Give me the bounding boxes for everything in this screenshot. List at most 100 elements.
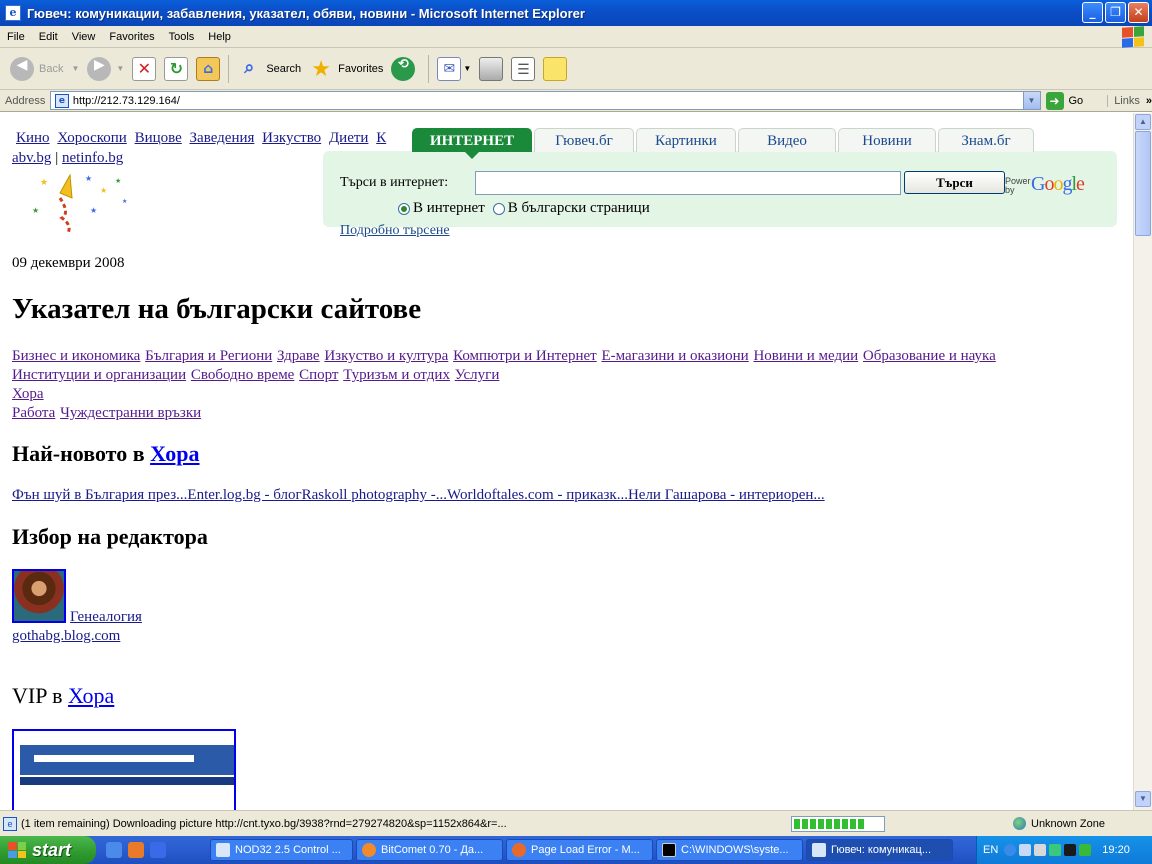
maximize-button[interactable]: ❐ [1105,2,1126,23]
ie-icon: e [5,5,21,21]
advanced-search-link[interactable]: Подробно търсене [340,223,450,239]
category-link[interactable]: Е-магазини и оказиони [601,348,748,364]
category-link[interactable]: Изкуство и култура [324,348,448,364]
search-button[interactable]: ⌕ Search [233,52,305,86]
firefox-quicklaunch-icon[interactable] [128,842,144,858]
scroll-up-icon[interactable]: ▲ [1135,114,1151,130]
start-button[interactable]: start [0,836,96,864]
category-link[interactable]: Здраве [277,348,320,364]
menu-view[interactable]: View [65,31,103,43]
links-toolbar[interactable]: Links » [1107,94,1152,107]
back-button[interactable]: ◀ Back ▼ [6,52,83,86]
antivirus-icon[interactable] [1049,844,1062,856]
menu-file[interactable]: File [0,31,32,43]
nav-art[interactable]: Изкуство [262,130,321,146]
nav-venues[interactable]: Заведения [190,130,255,146]
radio-bulgarian-label: В български страници [507,200,650,216]
menu-favorites[interactable]: Favorites [102,31,161,43]
tab-news[interactable]: Новини [838,128,936,152]
radio-bulgarian[interactable] [492,202,505,215]
app-icon[interactable] [1064,844,1077,856]
go-arrow-icon: ➜ [1045,91,1064,110]
category-link[interactable]: Бизнес и икономика [12,348,140,364]
tray-arrow-icon[interactable] [1004,844,1017,856]
chevron-down-icon[interactable]: ▼ [116,64,124,73]
stop-button[interactable]: ✕ [128,52,160,86]
task-page-load-error[interactable]: Page Load Error - M... [506,839,653,861]
refresh-button[interactable]: ↻ [160,52,192,86]
security-zone[interactable]: Unknown Zone [1013,817,1105,830]
task-cmd[interactable]: C:\WINDOWS\syste... [656,839,803,861]
address-url[interactable]: http://212.73.129.164/ [73,95,180,107]
newest-link[interactable]: Фън шуй в България през...Enter.log.bg -… [12,487,825,503]
task-nod32[interactable]: NOD32 2.5 Control ... [210,839,353,861]
radio-internet[interactable] [398,202,410,215]
mail-button[interactable]: ✉ ▼ [433,52,475,86]
category-link[interactable]: Услуги [455,367,500,383]
category-link-people[interactable]: Хора [12,386,44,402]
close-button[interactable]: ✕ [1128,2,1149,23]
address-input[interactable]: e http://212.73.129.164/ ▼ [49,91,1041,110]
link-abv[interactable]: abv.bg [12,150,51,166]
chevron-down-icon[interactable]: ▼ [463,64,471,73]
home-button[interactable]: ⌂ [192,52,224,86]
tab-gyuvech[interactable]: Гювеч.бг [534,128,634,152]
address-dropdown-icon[interactable]: ▼ [1022,92,1040,109]
minimize-button[interactable]: _ [1082,2,1103,23]
menu-edit[interactable]: Edit [32,31,65,43]
favorites-button[interactable]: ★ Favorites [305,52,387,86]
editor-thumbnail[interactable] [12,569,66,623]
category-link[interactable]: Институции и организации [12,367,186,383]
ie-quicklaunch-icon[interactable] [106,842,122,858]
tab-internet[interactable]: ИНТЕРНЕТ [412,128,532,159]
tab-video[interactable]: Видео [738,128,836,152]
category-link[interactable]: Работа [12,405,55,421]
language-indicator[interactable]: EN [983,844,998,856]
category-link[interactable]: Свободно време [191,367,294,383]
edit-button[interactable]: ☰ [507,52,539,86]
ie-quicklaunch-icon[interactable] [150,842,166,858]
category-link[interactable]: Туризъм и отдих [343,367,450,383]
history-button[interactable]: ⟲ [387,52,424,86]
nav-horoscopes[interactable]: Хороскопи [57,130,127,146]
newest-people-link[interactable]: Хора [150,441,199,466]
vip-thumbnail[interactable] [12,729,236,810]
editor-source-link[interactable]: gothabg.blog.com [12,628,120,645]
forward-button[interactable]: ▶ ▼ [83,52,128,86]
nav-diets[interactable]: Диети [329,130,369,146]
search-submit-button[interactable]: Търси [904,171,1005,194]
svg-text:★: ★ [122,198,127,205]
task-ie-gyuvech[interactable]: Гювеч: комуникац... [806,839,953,861]
print-button[interactable] [475,52,507,86]
address-bar: Address e http://212.73.129.164/ ▼ ➜ Go … [0,90,1152,112]
nav-more[interactable]: К [376,130,386,146]
nav-kino[interactable]: Кино [16,130,50,146]
category-link[interactable]: Спорт [299,367,338,383]
network-icon[interactable] [1019,844,1032,856]
chevron-right-icon[interactable]: » [1146,95,1152,107]
menu-help[interactable]: Help [201,31,238,43]
task-label: C:\WINDOWS\syste... [681,844,789,856]
tab-images[interactable]: Картинки [636,128,736,152]
scroll-down-icon[interactable]: ▼ [1135,791,1151,807]
go-button[interactable]: ➜ Go [1045,91,1083,110]
menu-tools[interactable]: Tools [162,31,202,43]
category-link[interactable]: България и Региони [145,348,272,364]
vertical-scrollbar[interactable]: ▲ ▼ [1133,113,1152,810]
category-link[interactable]: Чуждестранни връзки [60,405,201,421]
notes-button[interactable] [539,52,571,86]
vip-people-link[interactable]: Хора [68,683,114,708]
category-link[interactable]: Новини и медии [753,348,858,364]
tab-znam[interactable]: Знам.бг [938,128,1034,152]
category-link[interactable]: Компютри и Интернет [453,348,597,364]
speaker-icon[interactable] [1034,844,1047,856]
web-search-input[interactable] [475,171,901,195]
editor-link[interactable]: Генеалогия [70,609,142,626]
chevron-down-icon[interactable]: ▼ [71,64,79,73]
category-link[interactable]: Образование и наука [863,348,996,364]
nav-jokes[interactable]: Вицове [135,130,182,146]
task-bitcomet[interactable]: BitComet 0.70 - Да... [356,839,503,861]
link-netinfo[interactable]: netinfo.bg [62,150,123,166]
scroll-thumb[interactable] [1135,131,1151,236]
u-icon[interactable] [1079,844,1092,856]
